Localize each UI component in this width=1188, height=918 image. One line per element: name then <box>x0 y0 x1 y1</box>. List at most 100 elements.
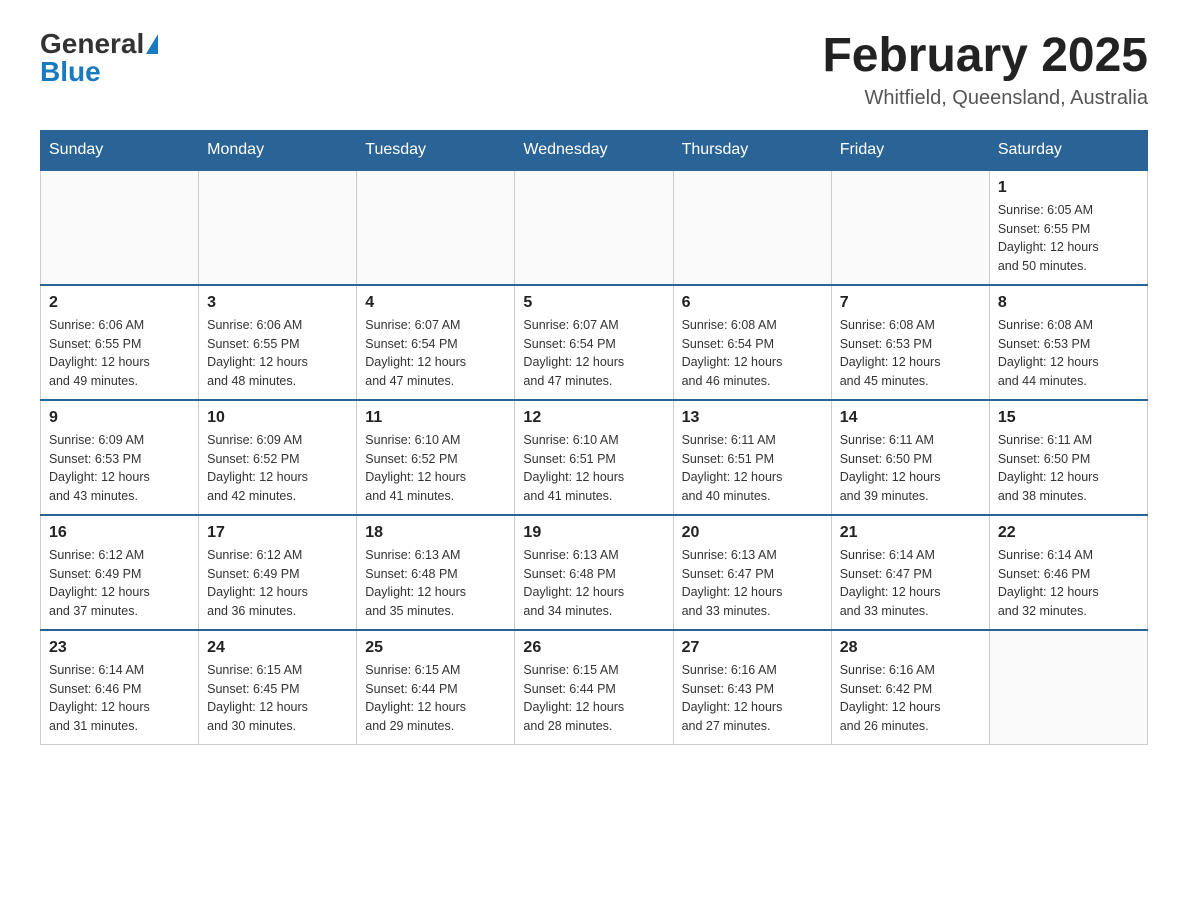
header-thursday: Thursday <box>673 130 831 170</box>
day-info: Sunrise: 6:10 AMSunset: 6:52 PMDaylight:… <box>365 431 506 506</box>
day-cell: 15 Sunrise: 6:11 AMSunset: 6:50 PMDayligh… <box>989 400 1147 515</box>
day-number: 16 <box>49 524 190 542</box>
day-cell: 26 Sunrise: 6:15 AMSunset: 6:44 PMDayligh… <box>515 630 673 745</box>
day-cell: 28 Sunrise: 6:16 AMSunset: 6:42 PMDayligh… <box>831 630 989 745</box>
week-row-1: 1 Sunrise: 6:05 AMSunset: 6:55 PMDaylight… <box>41 170 1148 285</box>
day-cell: 22 Sunrise: 6:14 AMSunset: 6:46 PMDayligh… <box>989 515 1147 630</box>
day-cell: 27 Sunrise: 6:16 AMSunset: 6:43 PMDayligh… <box>673 630 831 745</box>
day-number: 15 <box>998 409 1139 427</box>
day-info: Sunrise: 6:16 AMSunset: 6:43 PMDaylight:… <box>682 661 823 736</box>
day-cell: 6 Sunrise: 6:08 AMSunset: 6:54 PMDaylight… <box>673 285 831 400</box>
logo-general-text: General <box>40 30 144 58</box>
day-cell: 13 Sunrise: 6:11 AMSunset: 6:51 PMDayligh… <box>673 400 831 515</box>
page-header: General Blue February 2025 Whitfield, Qu… <box>40 30 1148 110</box>
week-row-5: 23 Sunrise: 6:14 AMSunset: 6:46 PMDayligh… <box>41 630 1148 745</box>
day-number: 20 <box>682 524 823 542</box>
day-number: 28 <box>840 639 981 657</box>
day-info: Sunrise: 6:06 AMSunset: 6:55 PMDaylight:… <box>49 316 190 391</box>
day-info: Sunrise: 6:16 AMSunset: 6:42 PMDaylight:… <box>840 661 981 736</box>
day-cell <box>673 170 831 285</box>
day-cell <box>831 170 989 285</box>
day-number: 19 <box>523 524 664 542</box>
day-info: Sunrise: 6:07 AMSunset: 6:54 PMDaylight:… <box>523 316 664 391</box>
day-cell: 5 Sunrise: 6:07 AMSunset: 6:54 PMDaylight… <box>515 285 673 400</box>
logo-triangle-icon <box>146 34 158 54</box>
day-number: 8 <box>998 294 1139 312</box>
day-number: 21 <box>840 524 981 542</box>
day-number: 25 <box>365 639 506 657</box>
day-cell: 7 Sunrise: 6:08 AMSunset: 6:53 PMDaylight… <box>831 285 989 400</box>
calendar-table: SundayMondayTuesdayWednesdayThursdayFrid… <box>40 130 1148 745</box>
day-info: Sunrise: 6:10 AMSunset: 6:51 PMDaylight:… <box>523 431 664 506</box>
day-cell: 4 Sunrise: 6:07 AMSunset: 6:54 PMDaylight… <box>357 285 515 400</box>
day-info: Sunrise: 6:15 AMSunset: 6:44 PMDaylight:… <box>523 661 664 736</box>
week-row-4: 16 Sunrise: 6:12 AMSunset: 6:49 PMDayligh… <box>41 515 1148 630</box>
day-info: Sunrise: 6:12 AMSunset: 6:49 PMDaylight:… <box>207 546 348 621</box>
day-info: Sunrise: 6:05 AMSunset: 6:55 PMDaylight:… <box>998 201 1139 276</box>
day-info: Sunrise: 6:11 AMSunset: 6:50 PMDaylight:… <box>840 431 981 506</box>
week-row-3: 9Sunrise: 6:09 AMSunset: 6:53 PMDaylight… <box>41 400 1148 515</box>
day-info: Sunrise: 6:08 AMSunset: 6:53 PMDaylight:… <box>840 316 981 391</box>
day-info: Sunrise: 6:14 AMSunset: 6:46 PMDaylight:… <box>998 546 1139 621</box>
day-number: 7 <box>840 294 981 312</box>
day-info: Sunrise: 6:07 AMSunset: 6:54 PMDaylight:… <box>365 316 506 391</box>
day-info: Sunrise: 6:11 AMSunset: 6:50 PMDaylight:… <box>998 431 1139 506</box>
day-number: 14 <box>840 409 981 427</box>
day-cell <box>515 170 673 285</box>
day-cell: 11 Sunrise: 6:10 AMSunset: 6:52 PMDayligh… <box>357 400 515 515</box>
day-number: 11 <box>365 409 506 427</box>
day-number: 23 <box>49 639 190 657</box>
day-info: Sunrise: 6:15 AMSunset: 6:44 PMDaylight:… <box>365 661 506 736</box>
day-number: 24 <box>207 639 348 657</box>
day-info: Sunrise: 6:09 AMSunset: 6:52 PMDaylight:… <box>207 431 348 506</box>
day-cell: 10 Sunrise: 6:09 AMSunset: 6:52 PMDayligh… <box>199 400 357 515</box>
day-cell <box>989 630 1147 745</box>
day-number: 2 <box>49 294 190 312</box>
header-monday: Monday <box>199 130 357 170</box>
day-number: 18 <box>365 524 506 542</box>
day-cell: 21 Sunrise: 6:14 AMSunset: 6:47 PMDayligh… <box>831 515 989 630</box>
day-number: 22 <box>998 524 1139 542</box>
day-cell: 3 Sunrise: 6:06 AMSunset: 6:55 PMDaylight… <box>199 285 357 400</box>
day-cell: 8 Sunrise: 6:08 AMSunset: 6:53 PMDaylight… <box>989 285 1147 400</box>
day-info: Sunrise: 6:15 AMSunset: 6:45 PMDaylight:… <box>207 661 348 736</box>
header-friday: Friday <box>831 130 989 170</box>
day-cell: 9Sunrise: 6:09 AMSunset: 6:53 PMDaylight… <box>41 400 199 515</box>
day-cell <box>41 170 199 285</box>
day-number: 27 <box>682 639 823 657</box>
day-cell: 18 Sunrise: 6:13 AMSunset: 6:48 PMDayligh… <box>357 515 515 630</box>
day-info: Sunrise: 6:12 AMSunset: 6:49 PMDaylight:… <box>49 546 190 621</box>
header-tuesday: Tuesday <box>357 130 515 170</box>
day-cell: 19Sunrise: 6:13 AMSunset: 6:48 PMDayligh… <box>515 515 673 630</box>
day-cell: 1 Sunrise: 6:05 AMSunset: 6:55 PMDaylight… <box>989 170 1147 285</box>
day-info: Sunrise: 6:14 AMSunset: 6:46 PMDaylight:… <box>49 661 190 736</box>
day-info: Sunrise: 6:13 AMSunset: 6:48 PMDaylight:… <box>365 546 506 621</box>
logo-blue-text: Blue <box>40 58 101 86</box>
day-info: Sunrise: 6:14 AMSunset: 6:47 PMDaylight:… <box>840 546 981 621</box>
day-number: 6 <box>682 294 823 312</box>
day-cell: 25 Sunrise: 6:15 AMSunset: 6:44 PMDayligh… <box>357 630 515 745</box>
day-number: 10 <box>207 409 348 427</box>
day-info: Sunrise: 6:11 AMSunset: 6:51 PMDaylight:… <box>682 431 823 506</box>
day-info: Sunrise: 6:08 AMSunset: 6:53 PMDaylight:… <box>998 316 1139 391</box>
day-info: Sunrise: 6:08 AMSunset: 6:54 PMDaylight:… <box>682 316 823 391</box>
day-cell: 20 Sunrise: 6:13 AMSunset: 6:47 PMDayligh… <box>673 515 831 630</box>
day-info: Sunrise: 6:13 AMSunset: 6:47 PMDaylight:… <box>682 546 823 621</box>
day-info: Sunrise: 6:06 AMSunset: 6:55 PMDaylight:… <box>207 316 348 391</box>
day-number: 26 <box>523 639 664 657</box>
calendar-header-row: SundayMondayTuesdayWednesdayThursdayFrid… <box>41 130 1148 170</box>
day-number: 3 <box>207 294 348 312</box>
day-number: 12 <box>523 409 664 427</box>
day-info: Sunrise: 6:09 AMSunset: 6:53 PMDaylight:… <box>49 431 190 506</box>
day-cell: 23 Sunrise: 6:14 AMSunset: 6:46 PMDayligh… <box>41 630 199 745</box>
day-cell: 14 Sunrise: 6:11 AMSunset: 6:50 PMDayligh… <box>831 400 989 515</box>
day-number: 5 <box>523 294 664 312</box>
day-number: 4 <box>365 294 506 312</box>
day-number: 17 <box>207 524 348 542</box>
header-wednesday: Wednesday <box>515 130 673 170</box>
day-number: 13 <box>682 409 823 427</box>
day-number: 1 <box>998 179 1139 197</box>
day-cell: 12 Sunrise: 6:10 AMSunset: 6:51 PMDayligh… <box>515 400 673 515</box>
day-cell <box>199 170 357 285</box>
header-sunday: Sunday <box>41 130 199 170</box>
